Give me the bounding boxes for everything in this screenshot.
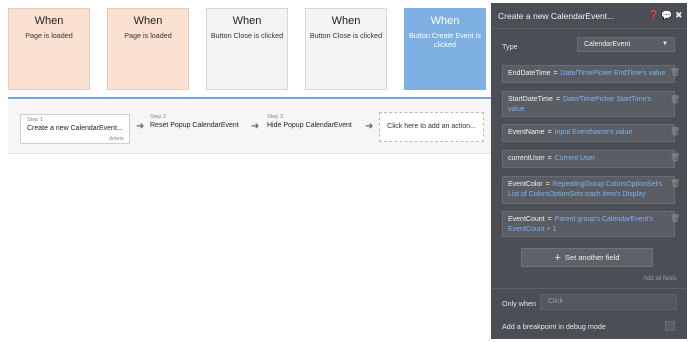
event-desc: Page is loaded (124, 31, 172, 40)
action-properties-panel: Create a new CalendarEvent... ❓ 💬 ✖ Type… (491, 3, 687, 339)
step-title: Reset Popup CalendarEvent (150, 122, 239, 129)
field-value[interactable]: Current User (555, 155, 595, 162)
step-1[interactable]: Step 1 Create a new CalendarEvent... del… (20, 114, 130, 144)
event-when: When (232, 15, 262, 27)
event-desc: Button Create Event is clicked (409, 31, 481, 49)
field-enddatetime[interactable]: EndDateTime = Date/TimePicker EndTime's va… (502, 65, 675, 83)
event-when: When (133, 15, 163, 27)
field-key: StartDateTime (508, 96, 553, 103)
add-action-button[interactable]: Click here to add an action... (379, 112, 484, 142)
set-another-field-label: Set another field (564, 253, 620, 262)
field-key: EndDateTime (508, 70, 551, 77)
close-icon[interactable]: ✖ (675, 10, 683, 21)
event-when: When (430, 15, 460, 27)
event-desc: Button Close is clicked (309, 31, 383, 40)
event-card-close-2[interactable]: When Button Close is clicked (305, 8, 387, 90)
field-value[interactable]: Date/TimePicker EndTime's value (561, 70, 666, 77)
type-label: Type (502, 42, 518, 51)
event-card-close-1[interactable]: When Button Close is clicked (206, 8, 288, 90)
event-when: When (34, 15, 64, 27)
workflow-steps-strip: Step 1 Create a new CalendarEvent... del… (8, 100, 494, 154)
breakpoint-checkbox[interactable] (665, 321, 675, 331)
comment-icon[interactable]: 💬 (661, 10, 672, 21)
step-number: Step 2 (150, 114, 166, 120)
breakpoint-label: Add a breakpoint in debug mode (502, 322, 606, 331)
event-card-create-event[interactable]: When Button Create Event is clicked (404, 8, 486, 90)
trash-icon[interactable]: 🗑 (670, 179, 680, 188)
type-value: CalendarEvent (584, 41, 631, 48)
selected-event-connector (8, 97, 498, 99)
trash-icon[interactable]: 🗑 (670, 68, 680, 77)
field-currentuser[interactable]: currentUser = Current User (502, 150, 675, 168)
field-startdatetime[interactable]: StartDateTime = Date/TimePicker StartTime'… (502, 91, 675, 117)
event-desc: Page is loaded (25, 31, 73, 40)
step-number: Step 1 (27, 117, 43, 123)
step-3[interactable]: Step 3 Hide Popup CalendarEvent (267, 114, 352, 129)
help-icon[interactable]: ❓ (648, 10, 659, 21)
arrow-right-icon: ➜ (136, 121, 145, 132)
type-dropdown[interactable]: CalendarEvent ▼ (577, 37, 675, 52)
field-eventname[interactable]: EventName = Input EventName's value (502, 124, 675, 142)
only-when-input[interactable]: Click (540, 294, 677, 310)
event-card-page-loaded-1[interactable]: When Page is loaded (8, 8, 90, 90)
field-key: EventColor (508, 181, 543, 188)
set-another-field-button[interactable]: + Set another field (521, 248, 653, 267)
field-key: currentUser (508, 155, 545, 162)
step-number: Step 3 (267, 114, 283, 120)
event-desc: Button Close is clicked (210, 31, 284, 40)
trash-icon[interactable]: 🗑 (670, 95, 680, 104)
delete-step-link[interactable]: delete (109, 136, 124, 142)
plus-icon: + (554, 252, 561, 264)
only-when-label: Only when (502, 299, 536, 308)
event-card-page-loaded-2[interactable]: When Page is loaded (107, 8, 189, 90)
trash-icon[interactable]: 🗑 (670, 127, 680, 136)
field-eventcolor[interactable]: EventColor = RepeatingGroup ColorsOptionSe… (502, 176, 675, 204)
divider (491, 288, 687, 289)
field-key: EventCount (508, 216, 545, 223)
panel-title: Create a new CalendarEvent... (498, 11, 615, 21)
field-key: EventName (508, 129, 545, 136)
field-eventcount[interactable]: EventCount = Parent group's CalendarEvent'… (502, 211, 675, 237)
event-when: When (331, 15, 361, 27)
arrow-right-icon: ➜ (365, 121, 374, 132)
add-all-fields-link[interactable]: Add all fields (643, 276, 677, 282)
trash-icon[interactable]: 🗑 (670, 153, 680, 162)
step-2[interactable]: Step 2 Reset Popup CalendarEvent (150, 114, 239, 129)
chevron-down-icon: ▼ (662, 41, 668, 47)
trash-icon[interactable]: 🗑 (670, 214, 680, 223)
arrow-right-icon: ➜ (251, 121, 260, 132)
panel-header: Create a new CalendarEvent... ❓ 💬 ✖ (491, 3, 687, 29)
step-title: Create a new CalendarEvent... (27, 125, 123, 132)
step-title: Hide Popup CalendarEvent (267, 122, 352, 129)
field-value[interactable]: Input EventName's value (555, 129, 633, 136)
